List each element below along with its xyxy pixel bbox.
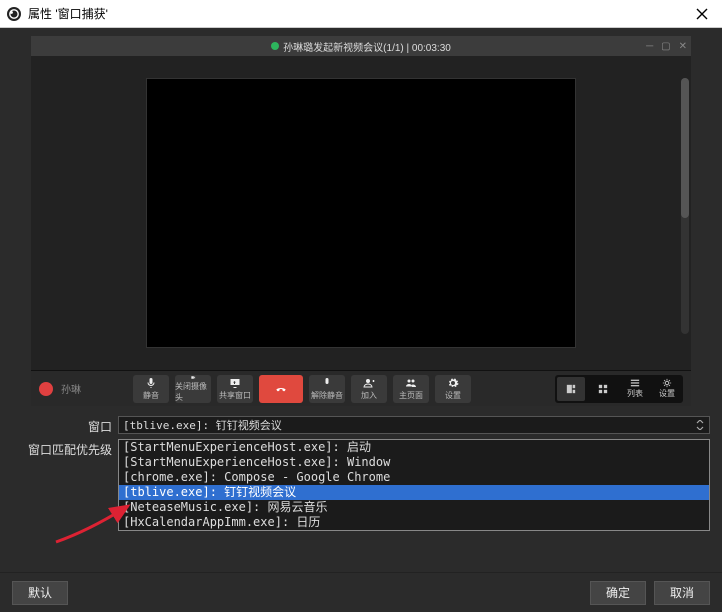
mic-off-icon (321, 377, 333, 389)
minimize-icon: ─ (646, 41, 653, 52)
preview-titlebar: 孙琳璐发起新视频会议(1/1) | 00:03:30 ─ ▢ ✕ (31, 36, 691, 56)
avatar (39, 382, 53, 396)
people-icon (405, 377, 417, 389)
dropdown-option[interactable]: [chrome.exe]: Compose - Google Chrome (119, 470, 709, 485)
cancel-button[interactable]: 取消 (654, 581, 710, 605)
dialog-button-bar: 默认 确定 取消 (0, 572, 722, 612)
preview-scrollbar[interactable] (681, 78, 689, 334)
close-icon (696, 8, 708, 20)
close-button[interactable] (688, 0, 716, 28)
view-settings-button[interactable]: 设置 (653, 377, 681, 401)
preview-title-text: 孙琳璐发起新视频会议(1/1) | 00:03:30 (283, 39, 451, 54)
maximize-icon: ▢ (661, 41, 670, 52)
mic-icon (145, 377, 157, 389)
dialog-content: 孙琳璐发起新视频会议(1/1) | 00:03:30 ─ ▢ ✕ 孙琳 静音 (0, 28, 722, 572)
window-combobox[interactable]: [tblive.exe]: 钉钉视频会议 (118, 416, 710, 434)
dropdown-option[interactable]: [StartMenuExperienceHost.exe]: 启动 (119, 440, 709, 455)
preview-body (31, 56, 691, 370)
priority-label: 窗口匹配优先级 (12, 439, 112, 458)
gear-icon (447, 377, 459, 389)
settings-button[interactable]: 设置 (435, 375, 471, 403)
members-button[interactable]: 主页面 (393, 375, 429, 403)
record-button[interactable]: 解除静音 (309, 375, 345, 403)
invite-button[interactable]: 加入 (351, 375, 387, 403)
close-icon: ✕ (679, 41, 687, 52)
gear-small-icon (662, 378, 672, 388)
list-icon (630, 378, 640, 388)
camera-icon (187, 375, 199, 380)
hangup-icon (275, 383, 287, 395)
dropdown-option[interactable]: [tblive.exe]: 钉钉视频会议 (119, 485, 709, 500)
grid-icon (598, 384, 608, 394)
view-speaker-button[interactable] (557, 377, 585, 401)
titlebar: 属性 '窗口捕获' (0, 0, 722, 28)
window-label: 窗口 (12, 416, 112, 435)
dropdown-option[interactable]: [HxCalendarAppImm.exe]: 日历 (119, 515, 709, 530)
chevron-updown-icon (695, 420, 705, 430)
video-frame (146, 78, 576, 348)
share-screen-icon (229, 377, 241, 389)
dialog-title: 属性 '窗口捕获' (28, 5, 688, 22)
ok-button[interactable]: 确定 (590, 581, 646, 605)
capture-preview: 孙琳璐发起新视频会议(1/1) | 00:03:30 ─ ▢ ✕ 孙琳 静音 (31, 36, 691, 406)
share-button[interactable]: 共享窗口 (217, 375, 253, 403)
window-combobox-value: [tblive.exe]: 钉钉视频会议 (123, 417, 282, 433)
properties-form: 窗口 [tblive.exe]: 钉钉视频会议 窗口匹配优先级 [StartMe… (12, 416, 710, 531)
view-grid-button[interactable] (589, 377, 617, 401)
caller-name: 孙琳 (61, 381, 81, 396)
dropdown-option[interactable]: [StartMenuExperienceHost.exe]: Window (119, 455, 709, 470)
camera-button[interactable]: 关闭摄像头 (175, 375, 211, 403)
defaults-button[interactable]: 默认 (12, 581, 68, 605)
dialog-window: 属性 '窗口捕获' 孙琳璐发起新视频会议(1/1) | 00:03:30 ─ ▢… (0, 0, 722, 612)
mute-button[interactable]: 静音 (133, 375, 169, 403)
grid-large-icon (566, 384, 576, 394)
call-toolbar: 孙琳 静音 关闭摄像头 共享窗口 (31, 370, 691, 406)
status-dot-icon (271, 42, 279, 50)
hangup-button[interactable] (259, 375, 303, 403)
user-plus-icon (363, 377, 375, 389)
obs-logo-icon (6, 6, 22, 22)
window-dropdown-list[interactable]: [StartMenuExperienceHost.exe]: 启动[StartM… (118, 439, 710, 531)
view-list-button[interactable]: 列表 (621, 377, 649, 401)
preview-window-controls: ─ ▢ ✕ (646, 36, 687, 56)
dropdown-option[interactable]: [NeteaseMusic.exe]: 网易云音乐 (119, 500, 709, 515)
view-mode-group: 列表 设置 (555, 375, 683, 403)
